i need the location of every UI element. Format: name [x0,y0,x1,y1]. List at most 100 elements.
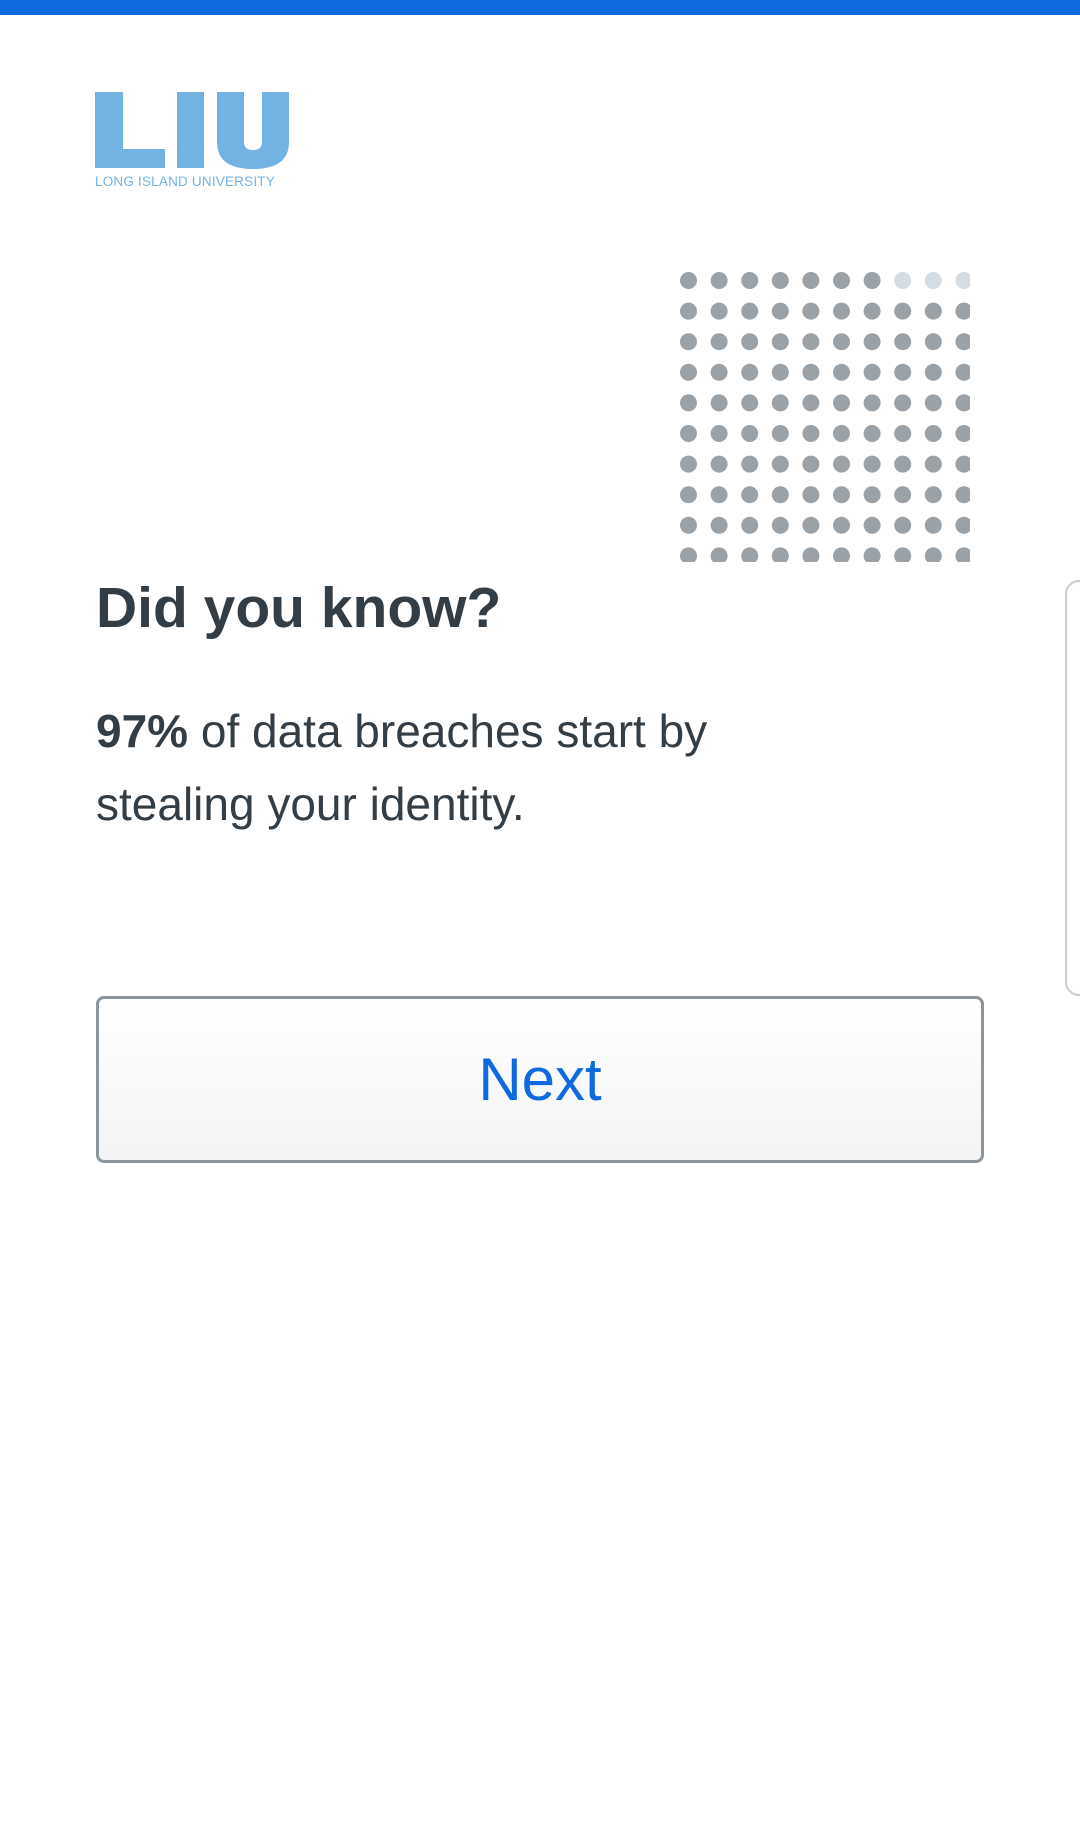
grid-dot [741,486,759,504]
grid-dot [680,455,697,473]
next-button[interactable]: Next [96,996,984,1163]
grid-dot [863,394,881,412]
grid-dot [680,486,697,504]
grid-dot [863,425,881,442]
grid-dot [771,425,789,442]
grid-dot [863,333,881,351]
grid-dot [924,425,942,442]
grid-dot [771,547,789,562]
grid-dot [894,363,912,381]
fact-text: 97% of data breaches start by stealing y… [96,695,816,841]
grid-dot [802,272,820,289]
grid-dot [771,486,789,504]
grid-dot [741,425,759,442]
grid-dot [955,394,970,412]
grid-dot [741,333,759,351]
grid-dot [924,516,942,534]
grid-dot [924,394,942,412]
grid-dot [802,363,820,381]
grid-dot [833,394,850,412]
liu-logo: LONG ISLAND UNIVERSITY [95,92,290,194]
grid-dot [680,394,697,412]
grid-dot [955,486,970,504]
grid-dot [894,516,912,534]
grid-dot [680,363,697,381]
grid-dot [802,333,820,351]
grid-dot [833,547,850,562]
grid-dot [833,333,850,351]
grid-dot [955,547,970,562]
grid-dot [955,425,970,442]
grid-dot [680,547,697,562]
grid-dot [741,363,759,381]
grid-dot [710,455,728,473]
grid-dot [710,486,728,504]
page-title: Did you know? [96,576,502,640]
grid-dot [833,425,850,442]
grid-dot [894,394,912,412]
grid-dot [680,425,697,442]
grid-dot [802,516,820,534]
grid-dot [863,272,881,289]
grid-dot [924,333,942,351]
grid-dot [710,302,728,320]
grid-dot [710,516,728,534]
grid-dot [710,394,728,412]
grid-dot [741,516,759,534]
grid-dot [771,302,789,320]
grid-dot [802,425,820,442]
grid-dot [833,486,850,504]
grid-dot [833,272,850,289]
grid-dot [955,272,970,289]
grid-dot [771,363,789,381]
grid-dot [924,363,942,381]
grid-dot [680,302,697,320]
grid-dot [924,486,942,504]
grid-dot [833,516,850,534]
grid-dot [894,455,912,473]
top-accent-bar [0,0,1080,15]
grid-dot [863,302,881,320]
grid-dot [924,455,942,473]
grid-dot [955,455,970,473]
grid-dot [894,425,912,442]
grid-dot [802,394,820,412]
grid-dot [924,302,942,320]
grid-dot [924,547,942,562]
grid-dot [710,425,728,442]
grid-dot [710,363,728,381]
grid-dot [771,516,789,534]
logo-subtitle: LONG ISLAND UNIVERSITY [95,174,275,189]
grid-dot [894,272,912,289]
grid-dot [771,333,789,351]
grid-dot [771,394,789,412]
dot-grid-icon [680,272,970,562]
grid-dot [771,272,789,289]
grid-dot [802,455,820,473]
grid-dot [741,302,759,320]
grid-dot [680,272,697,289]
grid-dot [955,516,970,534]
grid-dot [833,455,850,473]
grid-dot [894,486,912,504]
grid-dot [955,333,970,351]
grid-dot [863,516,881,534]
grid-dot [894,302,912,320]
grid-dot [894,547,912,562]
grid-dot [833,302,850,320]
grid-dot [771,455,789,473]
grid-dot [741,455,759,473]
grid-dot [680,516,697,534]
grid-dot [863,547,881,562]
grid-dot [863,455,881,473]
grid-dot [710,272,728,289]
grid-dot [802,486,820,504]
grid-dot [955,302,970,320]
grid-dot [924,272,942,289]
grid-dot [833,363,850,381]
grid-dot [741,394,759,412]
side-panel-edge [1065,580,1080,996]
grid-dot [955,363,970,381]
liu-logo-mark [95,92,289,169]
fact-statistic: 97% [96,705,189,757]
